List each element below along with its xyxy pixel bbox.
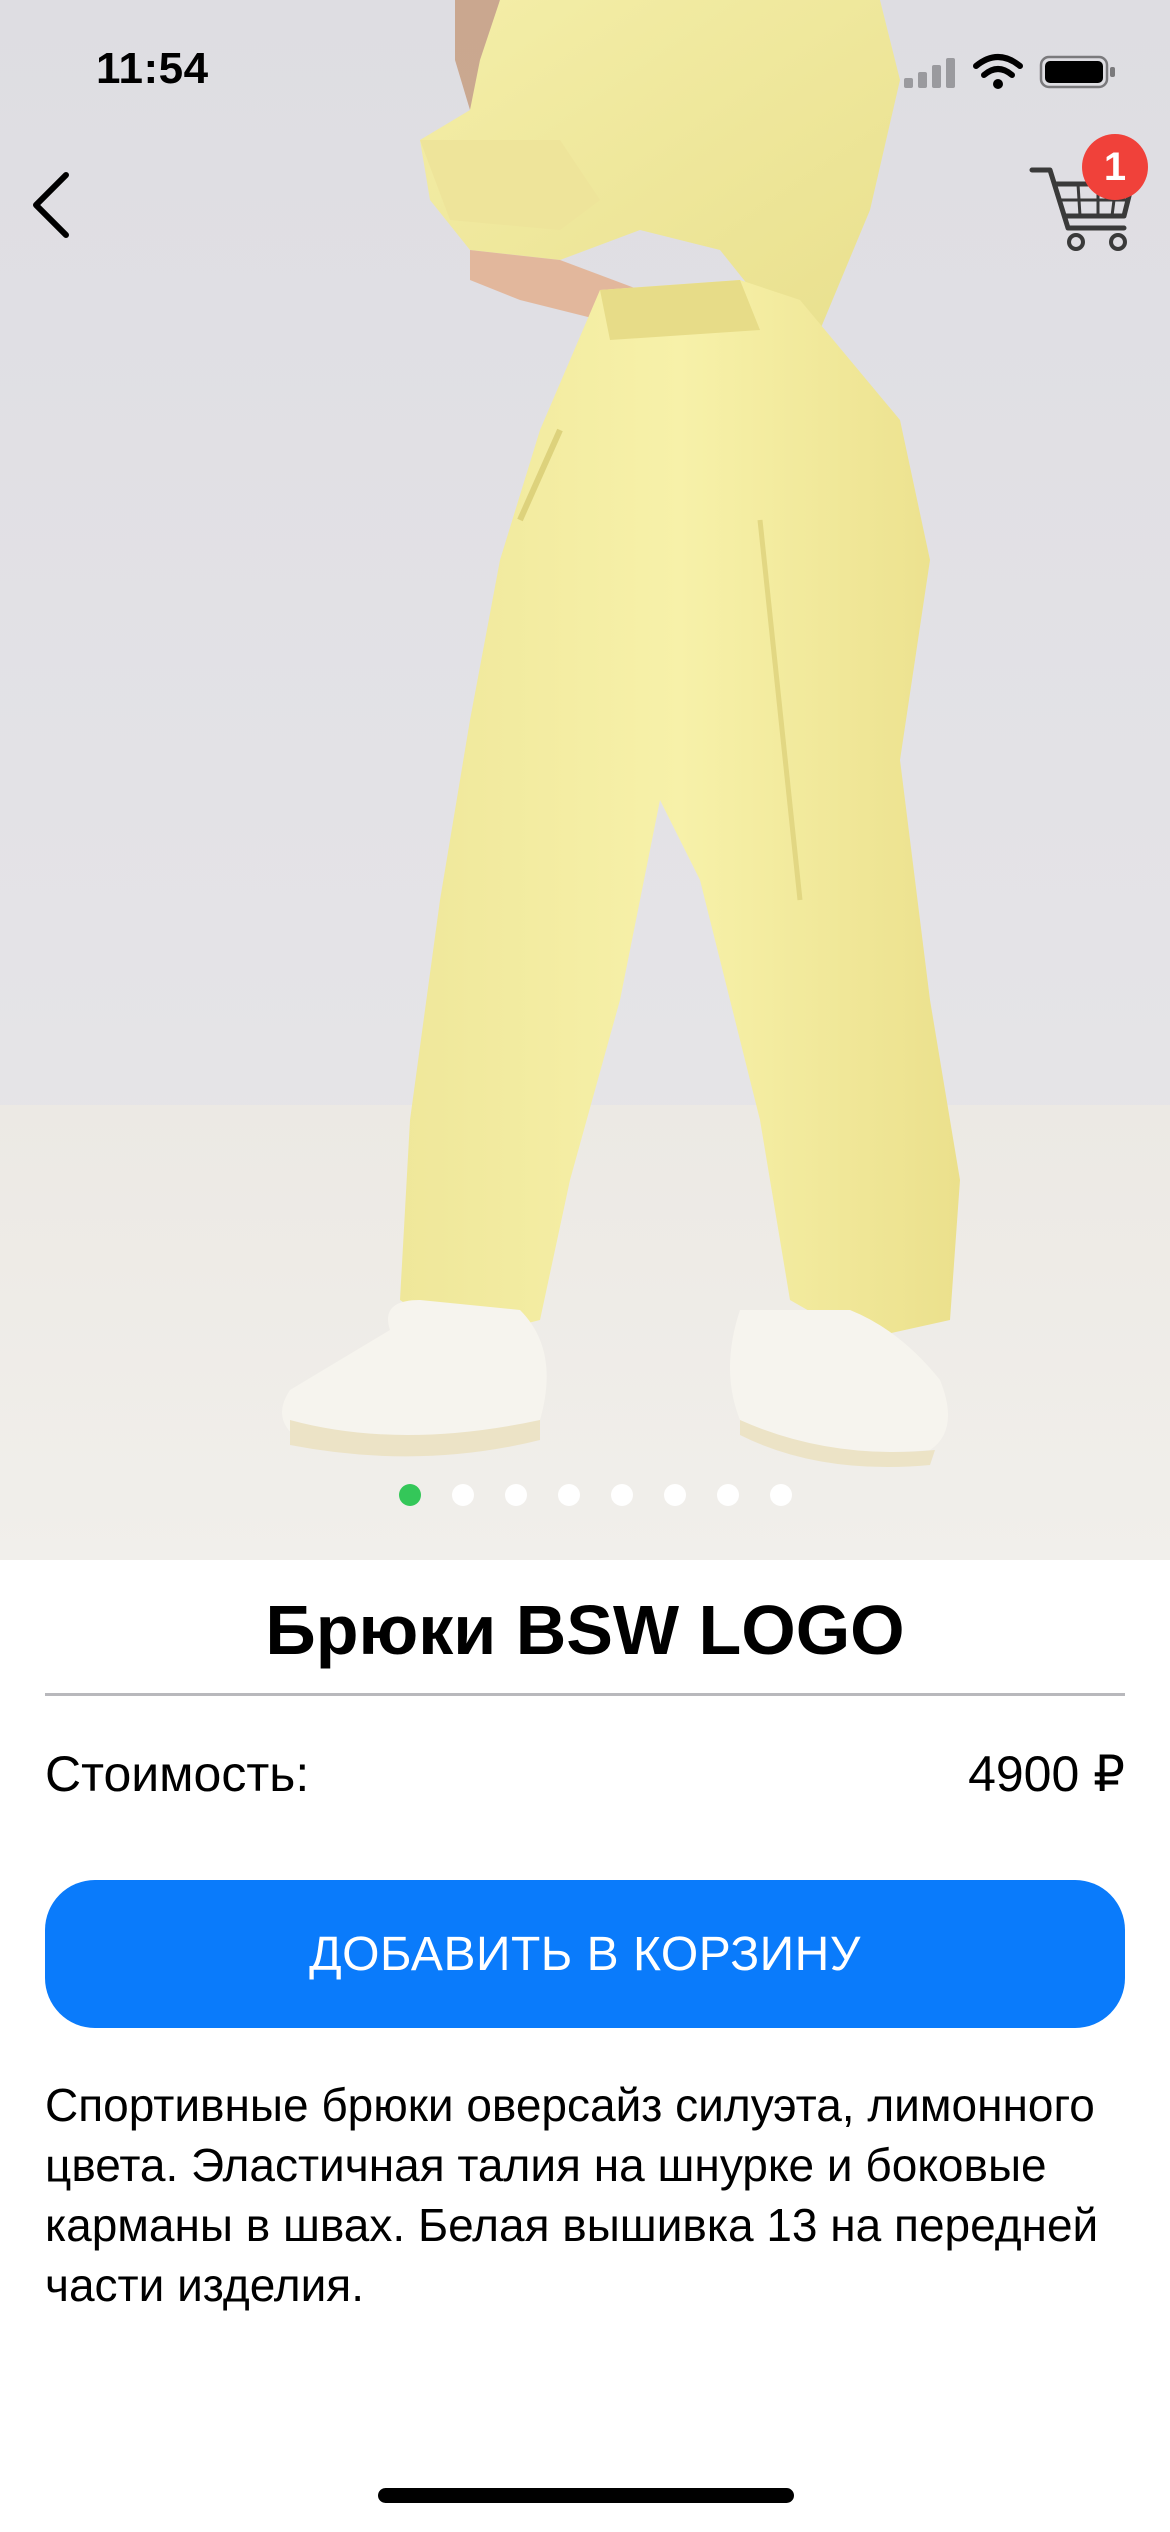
status-icons xyxy=(904,54,1115,89)
gallery-page-indicator xyxy=(0,1484,1170,1508)
page-dot-1[interactable] xyxy=(398,1484,421,1506)
page-dot-4[interactable] xyxy=(557,1484,580,1506)
page-dot-5[interactable] xyxy=(610,1484,633,1506)
page-dot-2[interactable] xyxy=(451,1484,474,1506)
product-image-carousel[interactable] xyxy=(0,0,1170,1560)
product-title: Брюки BSW LOGO xyxy=(265,1591,905,1669)
price-label: Стоимость: xyxy=(45,1746,310,1802)
status-bar: 11:54 xyxy=(0,0,1170,140)
chevron-left-icon xyxy=(33,172,69,238)
title-divider xyxy=(45,1693,1125,1696)
product-screen: 11:54 1 Брюки BSW LOGO Стоимость: 4900 ₽… xyxy=(0,0,1170,2532)
status-time: 11:54 xyxy=(96,44,209,93)
product-description: Спортивные брюки оверсайз силуэта, лимон… xyxy=(45,2079,1099,2311)
page-dot-3[interactable] xyxy=(504,1484,527,1506)
price-value: 4900 ₽ xyxy=(968,1746,1125,1802)
battery-icon xyxy=(1039,55,1115,89)
product-photo xyxy=(282,0,960,1467)
back-button[interactable] xyxy=(20,160,90,250)
home-indicator[interactable] xyxy=(378,2488,794,2503)
add-to-cart-button[interactable]: ДОБАВИТЬ В КОРЗИНУ xyxy=(45,1880,1125,2028)
page-dot-7[interactable] xyxy=(716,1484,739,1506)
wifi-icon xyxy=(973,54,1023,89)
signal-icon xyxy=(904,58,955,88)
cart-badge: 1 xyxy=(1082,134,1148,200)
page-dot-6[interactable] xyxy=(663,1484,686,1506)
page-dot-8[interactable] xyxy=(769,1484,792,1506)
